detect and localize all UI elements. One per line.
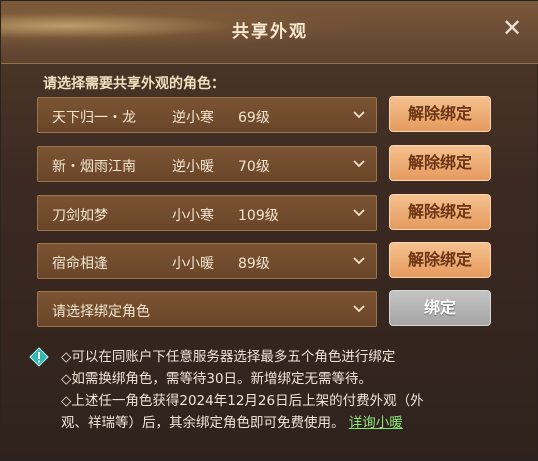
server-name: 新・烟雨江南 [52, 159, 136, 175]
character-select[interactable]: 新・烟雨江南 逆小暖 70级 [37, 146, 377, 182]
character-row: 天下归一・龙 逆小寒 69级 解除绑定 [37, 96, 499, 137]
character-name: 逆小寒 [172, 110, 214, 126]
close-icon: ✕ [501, 14, 523, 42]
contact-link[interactable]: 详询小暖 [349, 415, 403, 431]
unbind-button[interactable]: 解除绑定 [389, 145, 491, 181]
note-line: ◇可以在同账户下任意服务器选择最多五个角色进行绑定 [61, 349, 396, 365]
note-line: 观、祥瑞等）后，其余绑定角色即可免费使用。 详询小暖 [61, 412, 511, 434]
note-text: 观、祥瑞等）后，其余绑定角色即可免费使用。 [61, 415, 345, 431]
prompt-text: 请选择需要共享外观的角色： [43, 76, 225, 92]
dialog-title: 共享外观 [232, 22, 308, 42]
character-row-empty: 请选择绑定角色 绑定 [37, 290, 499, 331]
unbind-button[interactable]: 解除绑定 [389, 96, 491, 132]
unbind-button[interactable]: 解除绑定 [389, 242, 491, 278]
info-icon [29, 347, 49, 367]
note-line: ◇上述任一角色获得2024年12月26日后上架的付费外观（外 [61, 393, 424, 409]
character-name: 小小寒 [172, 208, 214, 224]
character-select[interactable]: 宿命相逢 小小暖 89级 [37, 243, 377, 279]
chevron-down-icon [353, 111, 365, 119]
character-name: 逆小暖 [172, 159, 214, 175]
note-line: ◇如需换绑角色，需等待30日。新增绑定无需等待。 [61, 371, 373, 387]
character-row: 刀剑如梦 小小寒 109级 解除绑定 [37, 194, 499, 235]
unbind-button[interactable]: 解除绑定 [389, 194, 491, 230]
character-level: 109级 [238, 208, 279, 224]
chevron-down-icon [353, 209, 365, 217]
chevron-down-icon [353, 160, 365, 168]
server-name: 刀剑如梦 [52, 208, 108, 224]
character-row: 新・烟雨江南 逆小暖 70级 解除绑定 [37, 145, 499, 186]
character-select[interactable]: 请选择绑定角色 [37, 291, 377, 327]
character-level: 70级 [238, 159, 270, 175]
character-level: 89级 [238, 256, 270, 272]
server-name: 天下归一・龙 [52, 110, 136, 126]
server-name: 宿命相逢 [52, 256, 108, 272]
character-row: 宿命相逢 小小暖 89级 解除绑定 [37, 242, 499, 283]
chevron-down-icon [353, 257, 365, 265]
chevron-down-icon [353, 305, 365, 313]
select-placeholder: 请选择绑定角色 [52, 304, 150, 320]
character-level: 69级 [238, 110, 270, 126]
character-select[interactable]: 刀剑如梦 小小寒 109级 [37, 195, 377, 231]
bind-button[interactable]: 绑定 [389, 290, 491, 326]
character-name: 小小暖 [172, 256, 214, 272]
character-select[interactable]: 天下归一・龙 逆小寒 69级 [37, 97, 377, 133]
close-button[interactable]: ✕ [499, 15, 525, 41]
title-bar: 共享外观 ✕ [1, 1, 538, 64]
share-appearance-dialog: 共享外观 ✕ 请选择需要共享外观的角色： 天下归一・龙 逆小寒 69级 解除绑定… [0, 0, 538, 461]
